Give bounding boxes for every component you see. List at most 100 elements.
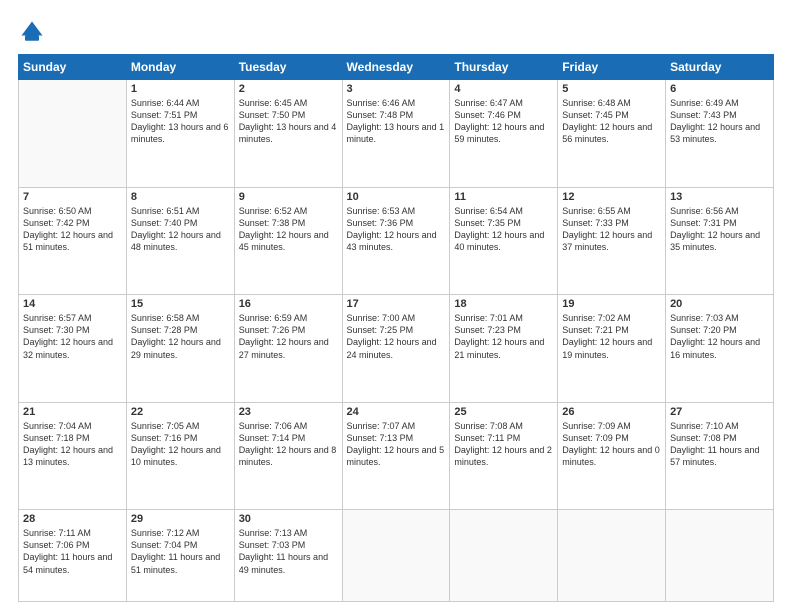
cell-info: Sunrise: 7:11 AMSunset: 7:06 PMDaylight:… bbox=[23, 527, 122, 576]
cell-0-1: 1Sunrise: 6:44 AMSunset: 7:51 PMDaylight… bbox=[126, 80, 234, 188]
header bbox=[18, 18, 774, 46]
cell-4-4 bbox=[450, 510, 558, 602]
cell-4-2: 30Sunrise: 7:13 AMSunset: 7:03 PMDayligh… bbox=[234, 510, 342, 602]
week-row-5: 28 Sunrise: 7:11 AMSunset: 7:06 PMDayligh… bbox=[19, 510, 774, 602]
cell-2-6: 20 Sunrise: 7:03 AMSunset: 7:20 PMDayligh… bbox=[666, 295, 774, 403]
cell-info: Sunrise: 7:03 AMSunset: 7:20 PMDaylight:… bbox=[670, 312, 769, 361]
cell-3-6: 27 Sunrise: 7:10 AMSunset: 7:08 PMDayligh… bbox=[666, 402, 774, 510]
week-row-4: 21 Sunrise: 7:04 AMSunset: 7:18 PMDayligh… bbox=[19, 402, 774, 510]
cell-info: Sunrise: 7:09 AMSunset: 7:09 PMDaylight:… bbox=[562, 420, 661, 469]
cell-2-0: 14 Sunrise: 6:57 AMSunset: 7:30 PMDayligh… bbox=[19, 295, 127, 403]
cell-0-2: 2Sunrise: 6:45 AMSunset: 7:50 PMDaylight… bbox=[234, 80, 342, 188]
day-number: 23 bbox=[239, 406, 338, 418]
weekday-wednesday: Wednesday bbox=[342, 55, 450, 80]
day-number: 8 bbox=[131, 191, 230, 203]
week-row-2: 7 Sunrise: 6:50 AMSunset: 7:42 PMDaylight… bbox=[19, 187, 774, 295]
day-number: 11 bbox=[454, 191, 553, 203]
cell-0-4: 4 Sunrise: 6:47 AMSunset: 7:46 PMDaylight… bbox=[450, 80, 558, 188]
cell-3-5: 26 Sunrise: 7:09 AMSunset: 7:09 PMDayligh… bbox=[558, 402, 666, 510]
weekday-tuesday: Tuesday bbox=[234, 55, 342, 80]
cell-1-4: 11 Sunrise: 6:54 AMSunset: 7:35 PMDayligh… bbox=[450, 187, 558, 295]
cell-info: Sunrise: 7:10 AMSunset: 7:08 PMDaylight:… bbox=[670, 420, 769, 469]
cell-2-1: 15Sunrise: 6:58 AMSunset: 7:28 PMDayligh… bbox=[126, 295, 234, 403]
cell-1-1: 8 Sunrise: 6:51 AMSunset: 7:40 PMDaylight… bbox=[126, 187, 234, 295]
day-number: 27 bbox=[670, 406, 769, 418]
day-number: 1 bbox=[131, 83, 230, 95]
cell-1-2: 9 Sunrise: 6:52 AMSunset: 7:38 PMDaylight… bbox=[234, 187, 342, 295]
weekday-sunday: Sunday bbox=[19, 55, 127, 80]
weekday-friday: Friday bbox=[558, 55, 666, 80]
cell-4-5 bbox=[558, 510, 666, 602]
cell-2-4: 18 Sunrise: 7:01 AMSunset: 7:23 PMDayligh… bbox=[450, 295, 558, 403]
cell-info: Sunrise: 7:12 AMSunset: 7:04 PMDaylight:… bbox=[131, 527, 230, 576]
cell-4-1: 29 Sunrise: 7:12 AMSunset: 7:04 PMDayligh… bbox=[126, 510, 234, 602]
day-number: 4 bbox=[454, 83, 553, 95]
cell-0-6: 6 Sunrise: 6:49 AMSunset: 7:43 PMDaylight… bbox=[666, 80, 774, 188]
cell-info: Sunrise: 6:59 AMSunset: 7:26 PMDaylight:… bbox=[239, 312, 338, 361]
logo-icon bbox=[18, 18, 46, 46]
cell-2-5: 19Sunrise: 7:02 AMSunset: 7:21 PMDayligh… bbox=[558, 295, 666, 403]
week-row-1: 1Sunrise: 6:44 AMSunset: 7:51 PMDaylight… bbox=[19, 80, 774, 188]
cell-info: Sunrise: 6:52 AMSunset: 7:38 PMDaylight:… bbox=[239, 205, 338, 254]
weekday-thursday: Thursday bbox=[450, 55, 558, 80]
cell-3-2: 23 Sunrise: 7:06 AMSunset: 7:14 PMDayligh… bbox=[234, 402, 342, 510]
cell-info: Sunrise: 7:04 AMSunset: 7:18 PMDaylight:… bbox=[23, 420, 122, 469]
day-number: 26 bbox=[562, 406, 661, 418]
day-number: 29 bbox=[131, 513, 230, 525]
page: SundayMondayTuesdayWednesdayThursdayFrid… bbox=[0, 0, 792, 612]
day-number: 13 bbox=[670, 191, 769, 203]
cell-info: Sunrise: 7:00 AMSunset: 7:25 PMDaylight:… bbox=[347, 312, 446, 361]
cell-4-6 bbox=[666, 510, 774, 602]
cell-info: Sunrise: 6:56 AMSunset: 7:31 PMDaylight:… bbox=[670, 205, 769, 254]
day-number: 5 bbox=[562, 83, 661, 95]
cell-info: Sunrise: 6:50 AMSunset: 7:42 PMDaylight:… bbox=[23, 205, 122, 254]
day-number: 24 bbox=[347, 406, 446, 418]
cell-info: Sunrise: 7:08 AMSunset: 7:11 PMDaylight:… bbox=[454, 420, 553, 469]
day-number: 10 bbox=[347, 191, 446, 203]
day-number: 14 bbox=[23, 298, 122, 310]
cell-4-3 bbox=[342, 510, 450, 602]
day-number: 30 bbox=[239, 513, 338, 525]
cell-1-6: 13 Sunrise: 6:56 AMSunset: 7:31 PMDayligh… bbox=[666, 187, 774, 295]
day-number: 16 bbox=[239, 298, 338, 310]
cell-2-3: 17 Sunrise: 7:00 AMSunset: 7:25 PMDayligh… bbox=[342, 295, 450, 403]
cell-info: Sunrise: 6:51 AMSunset: 7:40 PMDaylight:… bbox=[131, 205, 230, 254]
cell-3-1: 22Sunrise: 7:05 AMSunset: 7:16 PMDayligh… bbox=[126, 402, 234, 510]
day-number: 17 bbox=[347, 298, 446, 310]
cell-info: Sunrise: 6:57 AMSunset: 7:30 PMDaylight:… bbox=[23, 312, 122, 361]
cell-info: Sunrise: 6:54 AMSunset: 7:35 PMDaylight:… bbox=[454, 205, 553, 254]
day-number: 12 bbox=[562, 191, 661, 203]
cell-1-0: 7 Sunrise: 6:50 AMSunset: 7:42 PMDaylight… bbox=[19, 187, 127, 295]
cell-3-3: 24Sunrise: 7:07 AMSunset: 7:13 PMDayligh… bbox=[342, 402, 450, 510]
day-number: 22 bbox=[131, 406, 230, 418]
day-number: 18 bbox=[454, 298, 553, 310]
weekday-saturday: Saturday bbox=[666, 55, 774, 80]
weekday-monday: Monday bbox=[126, 55, 234, 80]
day-number: 15 bbox=[131, 298, 230, 310]
cell-info: Sunrise: 6:45 AMSunset: 7:50 PMDaylight:… bbox=[239, 97, 338, 146]
cell-info: Sunrise: 7:01 AMSunset: 7:23 PMDaylight:… bbox=[454, 312, 553, 361]
day-number: 25 bbox=[454, 406, 553, 418]
weekday-header-row: SundayMondayTuesdayWednesdayThursdayFrid… bbox=[19, 55, 774, 80]
cell-1-3: 10 Sunrise: 6:53 AMSunset: 7:36 PMDayligh… bbox=[342, 187, 450, 295]
cell-info: Sunrise: 6:47 AMSunset: 7:46 PMDaylight:… bbox=[454, 97, 553, 146]
cell-info: Sunrise: 7:06 AMSunset: 7:14 PMDaylight:… bbox=[239, 420, 338, 469]
day-number: 9 bbox=[239, 191, 338, 203]
cell-0-0 bbox=[19, 80, 127, 188]
cell-4-0: 28 Sunrise: 7:11 AMSunset: 7:06 PMDayligh… bbox=[19, 510, 127, 602]
calendar-table: SundayMondayTuesdayWednesdayThursdayFrid… bbox=[18, 54, 774, 602]
day-number: 6 bbox=[670, 83, 769, 95]
logo bbox=[18, 18, 50, 46]
cell-info: Sunrise: 6:49 AMSunset: 7:43 PMDaylight:… bbox=[670, 97, 769, 146]
day-number: 20 bbox=[670, 298, 769, 310]
cell-info: Sunrise: 6:53 AMSunset: 7:36 PMDaylight:… bbox=[347, 205, 446, 254]
day-number: 7 bbox=[23, 191, 122, 203]
cell-1-5: 12 Sunrise: 6:55 AMSunset: 7:33 PMDayligh… bbox=[558, 187, 666, 295]
cell-2-2: 16 Sunrise: 6:59 AMSunset: 7:26 PMDayligh… bbox=[234, 295, 342, 403]
day-number: 21 bbox=[23, 406, 122, 418]
cell-info: Sunrise: 6:55 AMSunset: 7:33 PMDaylight:… bbox=[562, 205, 661, 254]
cell-info: Sunrise: 6:46 AMSunset: 7:48 PMDaylight:… bbox=[347, 97, 446, 146]
week-row-3: 14 Sunrise: 6:57 AMSunset: 7:30 PMDayligh… bbox=[19, 295, 774, 403]
day-number: 28 bbox=[23, 513, 122, 525]
cell-info: Sunrise: 7:02 AMSunset: 7:21 PMDaylight:… bbox=[562, 312, 661, 361]
